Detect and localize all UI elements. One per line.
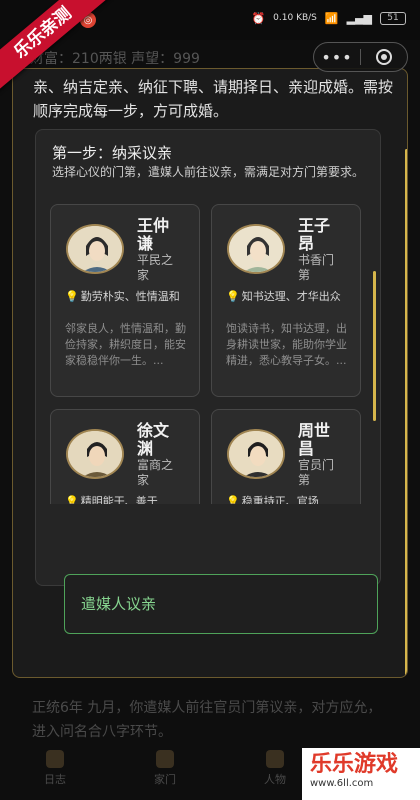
- candidate-list-scrollbar[interactable]: [373, 271, 376, 421]
- candidate-avatar: [227, 429, 285, 479]
- wifi-icon: 📶: [324, 12, 339, 25]
- candidate-card[interactable]: 周世昌 官员门第 💡 稳重持正、官场: [211, 409, 361, 504]
- miniprogram-capsule: •••: [313, 42, 408, 72]
- step-description: 选择心仪的门第，遣媒人前往议亲，需满足对方门第要求。: [52, 165, 365, 179]
- tab-label: 家门: [154, 773, 176, 786]
- signal-icon: ▂▄▆: [346, 12, 372, 25]
- candidate-family: 平民之家: [137, 253, 174, 282]
- modal-intro: 亲、纳吉定亲、纳征下聘、请期择日、亲迎成婚。需按顺序完成每一步，方可成婚。: [33, 78, 394, 120]
- candidate-avatar: [227, 224, 285, 274]
- candidate-trait: 💡 知书达理、才华出众: [226, 290, 341, 303]
- marriage-modal: 亲、纳吉定亲、纳征下聘、请期择日、亲迎成婚。需按顺序完成每一步，方可成婚。 第一…: [12, 68, 408, 678]
- candidate-family: 书香门第: [298, 253, 335, 282]
- status-right-icons: ⏰ 0.10 KB/S 📶 ▂▄▆ 51: [251, 12, 406, 25]
- candidate-name: 徐文渊: [137, 421, 170, 458]
- candidate-name: 周世昌: [298, 421, 331, 458]
- family-icon: [156, 750, 174, 768]
- battery-icon: 51: [380, 12, 406, 25]
- modal-scrollbar[interactable]: [405, 149, 407, 677]
- candidate-list[interactable]: 王仲谦 平民之家 💡 勤劳朴实、性情温和 邻家良人，性情温和，勤俭持家，耕织度日，…: [50, 204, 368, 504]
- lightbulb-icon: 💡: [226, 495, 240, 504]
- candidate-avatar: [66, 429, 124, 479]
- lightbulb-icon: 💡: [226, 290, 240, 303]
- watermark-title: 乐乐游戏: [310, 752, 399, 777]
- step-title: 第一步：纳采议亲: [52, 144, 173, 162]
- candidate-family: 官员门第: [298, 458, 335, 487]
- candidate-family: 富商之家: [137, 458, 174, 487]
- candidate-card[interactable]: 徐文渊 富商之家 💡 精明能干、善于: [50, 409, 200, 504]
- candidate-card[interactable]: 王仲谦 平民之家 💡 勤劳朴实、性情温和 邻家良人，性情温和，勤俭持家，耕织度日，…: [50, 204, 200, 397]
- tab-label: 人物: [264, 773, 286, 786]
- candidate-trait: 💡 勤劳朴实、性情温和: [65, 290, 180, 303]
- miniprogram-close-button[interactable]: [361, 49, 407, 65]
- candidate-trait: 💡 精明能干、善于: [65, 494, 187, 504]
- site-watermark: 乐乐游戏 www.6ll.com: [302, 748, 420, 800]
- send-matchmaker-button[interactable]: 遣媒人议亲: [64, 574, 378, 634]
- candidate-description: 饱读诗书，知书达理，出身耕读世家，能助你学业精进，悉心教导子女。...: [226, 322, 347, 367]
- candidate-description: 邻家良人，性情温和，勤俭持家，耕织度日，能安家稳稳伴你一生。...: [65, 322, 186, 367]
- candidate-name: 王子昂: [298, 216, 331, 253]
- candidate-name: 王仲谦: [137, 216, 170, 253]
- network-speed: 0.10 KB/S: [273, 13, 317, 23]
- candidate-avatar: [66, 224, 124, 274]
- background-stats: 财富：210两银 声望：999: [30, 51, 200, 67]
- tab-log[interactable]: 日志: [0, 742, 110, 800]
- alarm-icon: ⏰: [251, 12, 266, 25]
- more-options-button[interactable]: •••: [314, 48, 360, 67]
- lightbulb-icon: 💡: [65, 495, 79, 504]
- candidate-trait: 💡 稳重持正、官场: [226, 494, 348, 504]
- candidate-card[interactable]: 王子昂 书香门第 💡 知书达理、才华出众 饱读诗书，知书达理，出身耕读世家，能助你…: [211, 204, 361, 397]
- background-event-log: 正统6年 九月，你遣媒人前往官员门第议亲，对方应允，进入问名合八字环节。: [32, 700, 382, 740]
- people-icon: [266, 750, 284, 768]
- close-circle-icon: [376, 49, 392, 65]
- log-icon: [46, 750, 64, 768]
- lightbulb-icon: 💡: [65, 290, 79, 303]
- tab-label: 日志: [44, 773, 66, 786]
- step-panel: 第一步：纳采议亲 选择心仪的门第，遣媒人前往议亲，需满足对方门第要求。 王仲谦 …: [35, 129, 381, 634]
- watermark-url: www.6ll.com: [310, 778, 374, 789]
- tab-family[interactable]: 家门: [110, 742, 220, 800]
